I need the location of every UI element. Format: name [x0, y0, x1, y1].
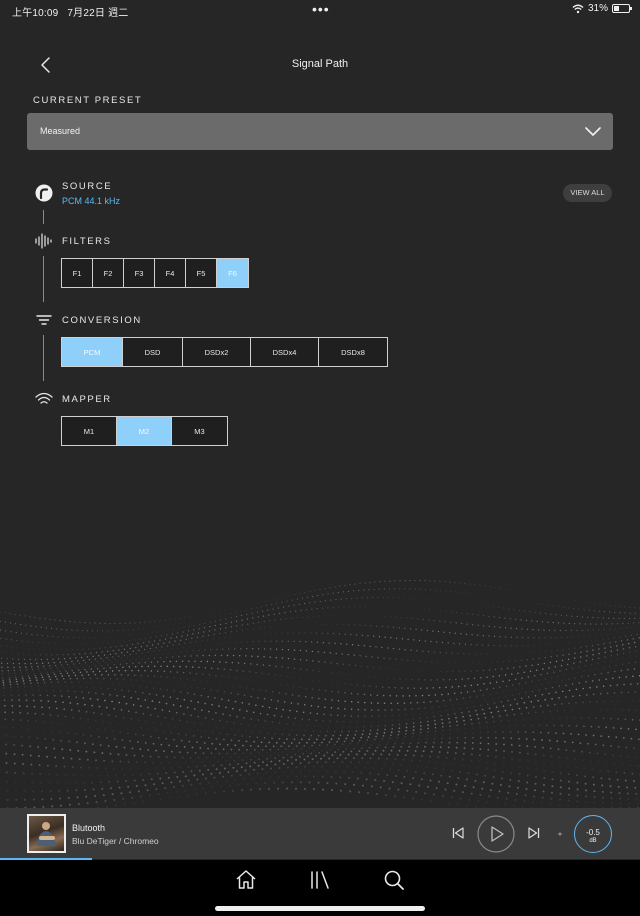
preset-value: Measured — [40, 126, 81, 136]
filters-option-f3[interactable]: F3 — [124, 259, 155, 287]
skip-previous-icon[interactable] — [451, 826, 465, 840]
filters-option-f1[interactable]: F1 — [62, 259, 93, 287]
track-artist: Blu DeTiger / Chromeo — [72, 836, 159, 846]
mapper-label: MAPPER — [62, 394, 112, 405]
volume-knob[interactable]: -0.5 dB — [574, 815, 612, 853]
status-date: 7月22日 週二 — [67, 8, 129, 19]
conversion-option-dsdx8[interactable]: DSDx8 — [319, 338, 387, 366]
conversion-option-pcm[interactable]: PCM — [62, 338, 123, 366]
filters-option-f6[interactable]: F6 — [217, 259, 248, 287]
preset-label: CURRENT PRESET — [33, 95, 143, 106]
filters-option-f5[interactable]: F5 — [186, 259, 217, 287]
battery-percent: 31% — [587, 3, 608, 14]
path-connector — [43, 256, 44, 302]
volume-unit: dB — [589, 838, 597, 844]
mapper-option-m3[interactable]: M3 — [172, 417, 227, 445]
status-time: 上午10:09 — [12, 8, 59, 19]
header: Signal Path — [0, 50, 640, 80]
source-format: PCM 44.1 kHz — [62, 196, 121, 206]
play-button[interactable] — [477, 815, 515, 853]
filters-option-f4[interactable]: F4 — [155, 259, 186, 287]
source-label: SOURCE — [62, 181, 113, 192]
conversion-option-dsd[interactable]: DSD — [123, 338, 183, 366]
status-clock: 上午10:09 7月22日 週二 — [12, 4, 129, 19]
home-icon[interactable] — [234, 868, 258, 892]
album-cover-image — [29, 816, 64, 851]
conversion-option-dsdx2[interactable]: DSDx2 — [183, 338, 251, 366]
page-title: Signal Path — [291, 58, 349, 70]
now-playing-bar[interactable]: Blutooth Blu DeTiger / Chromeo -0.5 dB — [0, 808, 640, 859]
multitask-dots[interactable]: ••• — [312, 1, 330, 17]
path-connector — [43, 210, 44, 224]
search-icon[interactable] — [382, 868, 406, 892]
conversion-segmented-control: PCM DSD DSDx2 DSDx4 DSDx8 — [61, 337, 388, 367]
source-icon — [35, 184, 53, 202]
filters-option-f2[interactable]: F2 — [93, 259, 124, 287]
path-connector — [43, 335, 44, 381]
filters-label: FILTERS — [62, 236, 112, 247]
skip-next-icon[interactable] — [527, 826, 541, 840]
conversion-label: CONVERSION — [62, 315, 142, 326]
status-bar: 上午10:09 7月22日 週二 ••• 31% — [0, 0, 640, 20]
play-icon — [491, 826, 504, 842]
filters-segmented-control: F1 F2 F3 F4 F5 F6 — [61, 258, 249, 288]
battery-icon — [612, 4, 632, 13]
status-indicators: 31% — [572, 3, 632, 14]
home-indicator[interactable] — [215, 906, 425, 911]
library-icon[interactable] — [308, 868, 332, 892]
mapper-option-m1[interactable]: M1 — [62, 417, 117, 445]
wifi-status-icon — [572, 4, 584, 13]
volume-value: -0.5 — [586, 828, 600, 837]
view-all-button[interactable]: VIEW ALL — [563, 184, 612, 202]
particle-wave-graphic — [0, 580, 640, 810]
album-figure-icon — [37, 822, 56, 846]
waveform-icon — [35, 233, 52, 249]
lines-icon — [36, 315, 52, 325]
mapper-segmented-control: M1 M2 M3 — [61, 416, 228, 446]
page-dot-icon — [558, 832, 562, 836]
track-title: Blutooth — [72, 823, 106, 833]
wifi-icon — [35, 392, 53, 404]
conversion-option-dsdx4[interactable]: DSDx4 — [251, 338, 319, 366]
mapper-option-m2[interactable]: M2 — [117, 417, 172, 445]
chevron-down-icon — [585, 127, 601, 136]
album-art[interactable] — [27, 814, 66, 853]
preset-dropdown[interactable]: Measured — [27, 113, 613, 150]
